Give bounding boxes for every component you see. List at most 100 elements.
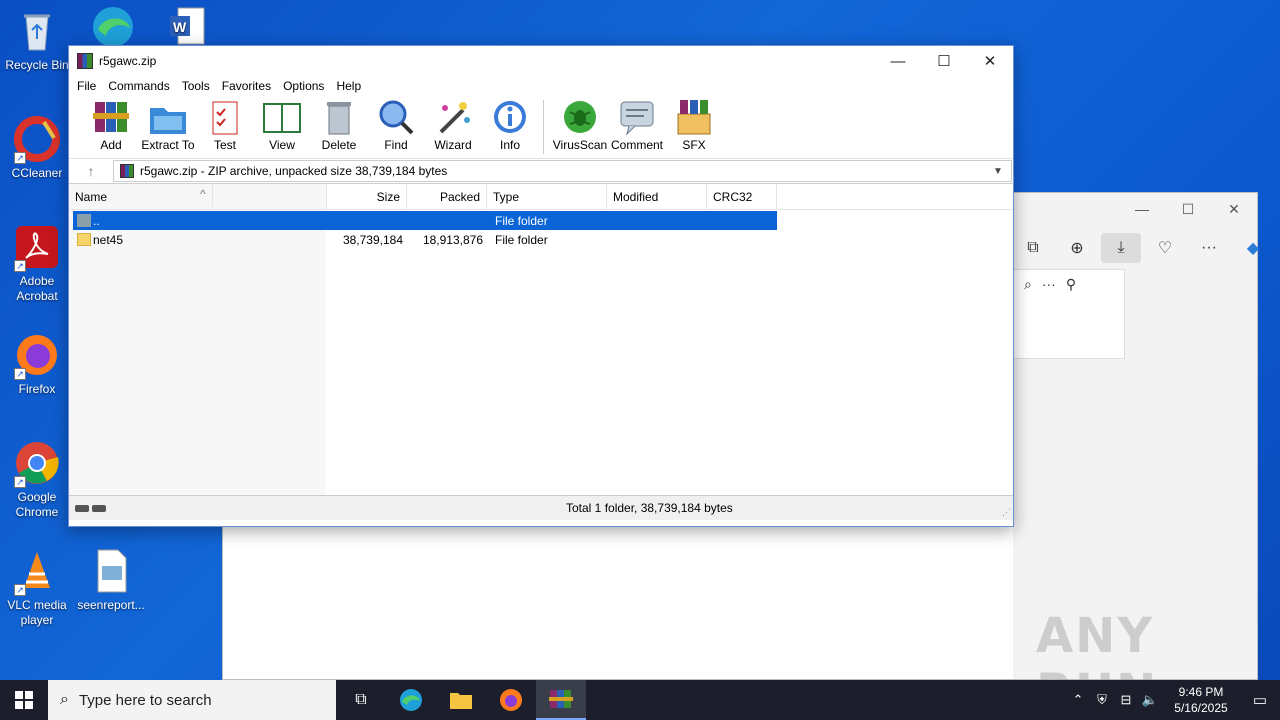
- test-button[interactable]: Test: [197, 98, 253, 152]
- maximize-icon[interactable]: ☐: [1165, 193, 1211, 225]
- comment-button[interactable]: Comment: [609, 98, 665, 152]
- virusscan-button[interactable]: VirusScan: [552, 98, 608, 152]
- toolbar-separator: [543, 100, 544, 154]
- split-screen-icon[interactable]: ⧉: [1013, 233, 1053, 263]
- browser-essentials-icon[interactable]: ♡: [1145, 233, 1185, 263]
- delete-label: Delete: [321, 138, 357, 152]
- search-icon[interactable]: ⌕: [1024, 276, 1032, 293]
- test-label: Test: [213, 138, 236, 152]
- desktop-icon-vlc[interactable]: ↗ VLC media player: [0, 548, 74, 628]
- downloads-icon[interactable]: ⤓: [1101, 233, 1141, 263]
- desktop-icon-firefox[interactable]: ↗ Firefox: [0, 332, 74, 397]
- security-icon[interactable]: ⛨: [1090, 692, 1114, 708]
- desktop-icon-adobe-acrobat[interactable]: ↗ Adobe Acrobat: [0, 224, 74, 304]
- more-options-icon[interactable]: ···: [1042, 276, 1056, 293]
- volume-icon[interactable]: 🔈: [1138, 692, 1162, 708]
- winrar-window[interactable]: r5gawc.zip — ☐ ✕ File Commands Tools Fav…: [68, 45, 1014, 527]
- desktop-icon-label: Firefox: [18, 382, 56, 396]
- up-arrow-icon[interactable]: ↑: [69, 163, 113, 179]
- shortcut-arrow-icon: ↗: [14, 368, 26, 380]
- browser-toolbar: ⧉ ⊕ ⤓ ♡ ··· ◆: [1013, 233, 1273, 263]
- start-button[interactable]: [0, 680, 48, 720]
- drive-icons[interactable]: [69, 504, 109, 512]
- extract-to-label: Extract To: [141, 138, 195, 152]
- view-button[interactable]: View: [254, 98, 310, 152]
- comment-label: Comment: [610, 138, 663, 152]
- column-crc32[interactable]: CRC32: [707, 183, 777, 210]
- add-button[interactable]: Add: [83, 98, 139, 152]
- test-checklist-icon: [205, 98, 245, 136]
- menu-help[interactable]: Help: [332, 79, 369, 93]
- chevron-up-icon[interactable]: ⌃: [1066, 692, 1090, 708]
- row-type: File folder: [495, 213, 548, 228]
- menu-options[interactable]: Options: [279, 79, 332, 93]
- add-archive-icon: [91, 98, 131, 136]
- notification-icon[interactable]: ▭: [1240, 691, 1280, 709]
- sfx-box-icon: [674, 98, 714, 136]
- shortcut-arrow-icon: ↗: [14, 476, 26, 488]
- recycle-bin-icon: [14, 8, 60, 54]
- desktop-icon-google-chrome[interactable]: ↗ Google Chrome: [0, 440, 74, 520]
- status-bar: Total 1 folder, 38,739,184 bytes ⋰: [69, 496, 1013, 520]
- address-field[interactable]: r5gawc.zip - ZIP archive, unpacked size …: [113, 160, 1012, 182]
- copilot-icon[interactable]: ◆: [1233, 233, 1273, 263]
- folder-icon: [77, 233, 91, 246]
- info-label: Info: [499, 138, 520, 152]
- column-type[interactable]: Type: [487, 183, 607, 210]
- task-view-icon[interactable]: ⧉: [336, 680, 386, 720]
- row-packed: 18,913,876: [422, 232, 483, 247]
- word-document-icon: W: [164, 4, 210, 50]
- edge-taskbar-icon[interactable]: [386, 680, 436, 720]
- edge-icon: [90, 4, 136, 50]
- ccleaner-icon: ↗: [14, 116, 60, 164]
- minimize-button[interactable]: —: [875, 46, 921, 76]
- winrar-taskbar-icon[interactable]: [536, 680, 586, 720]
- close-icon[interactable]: ✕: [1211, 193, 1257, 225]
- table-row-parent[interactable]: .. File folder: [73, 211, 777, 230]
- wizard-label: Wizard: [434, 138, 472, 152]
- network-icon[interactable]: ⊟: [1114, 692, 1138, 708]
- menu-tools[interactable]: Tools: [178, 79, 218, 93]
- more-icon[interactable]: ···: [1189, 233, 1229, 263]
- table-row[interactable]: net45 38,739,184 18,913,876 File folder: [73, 230, 777, 249]
- find-button[interactable]: Find: [368, 98, 424, 152]
- svg-text:W: W: [173, 19, 187, 35]
- resize-grip-icon[interactable]: ⋰: [1002, 507, 1011, 518]
- extract-to-button[interactable]: Extract To: [140, 98, 196, 152]
- shortcut-arrow-icon: ↗: [14, 260, 26, 272]
- system-tray: ⌃ ⛨ ⊟ 🔈 9:46 PM 5/16/2025 ▭: [1066, 680, 1280, 720]
- pin-icon[interactable]: ⚲: [1066, 276, 1076, 293]
- menu-commands[interactable]: Commands: [104, 79, 177, 93]
- sfx-button[interactable]: SFX: [666, 98, 722, 152]
- firefox-taskbar-icon[interactable]: [486, 680, 536, 720]
- taskbar-search[interactable]: ⌕ Type here to search: [48, 680, 336, 720]
- column-packed[interactable]: Packed: [407, 183, 487, 210]
- clock[interactable]: 9:46 PM 5/16/2025: [1162, 684, 1240, 716]
- wizard-button[interactable]: Wizard: [425, 98, 481, 152]
- search-icon: ⌕: [60, 691, 69, 708]
- collections-icon[interactable]: ⊕: [1057, 233, 1097, 263]
- shortcut-arrow-icon: ↗: [14, 152, 26, 164]
- desktop-icon-ccleaner[interactable]: ↗ CCleaner: [0, 116, 74, 181]
- winrar-app-icon: [77, 53, 93, 69]
- menu-file[interactable]: File: [73, 79, 104, 93]
- desktop-icon-seenreport[interactable]: seenreport...: [74, 548, 148, 613]
- menu-favorites[interactable]: Favorites: [218, 79, 279, 93]
- row-size: 38,739,184: [342, 232, 403, 247]
- column-size[interactable]: Size: [327, 183, 407, 210]
- comment-bubble-icon: [617, 98, 657, 136]
- close-button[interactable]: ✕: [967, 46, 1013, 76]
- desktop-icon-recycle-bin[interactable]: Recycle Bin: [0, 8, 74, 73]
- desktop-icon-label: VLC media player: [7, 598, 67, 627]
- file-explorer-icon[interactable]: [436, 680, 486, 720]
- status-text: Total 1 folder, 38,739,184 bytes: [566, 501, 733, 515]
- vlc-cone-icon: ↗: [14, 548, 60, 596]
- minimize-icon[interactable]: —: [1119, 193, 1165, 225]
- chevron-down-icon[interactable]: ▼: [993, 166, 1011, 177]
- desktop-icon-label: seenreport...: [77, 598, 145, 612]
- delete-button[interactable]: Delete: [311, 98, 367, 152]
- info-button[interactable]: Info: [482, 98, 538, 152]
- address-text: r5gawc.zip - ZIP archive, unpacked size …: [140, 164, 448, 178]
- maximize-button[interactable]: ☐: [921, 46, 967, 76]
- column-modified[interactable]: Modified: [607, 183, 707, 210]
